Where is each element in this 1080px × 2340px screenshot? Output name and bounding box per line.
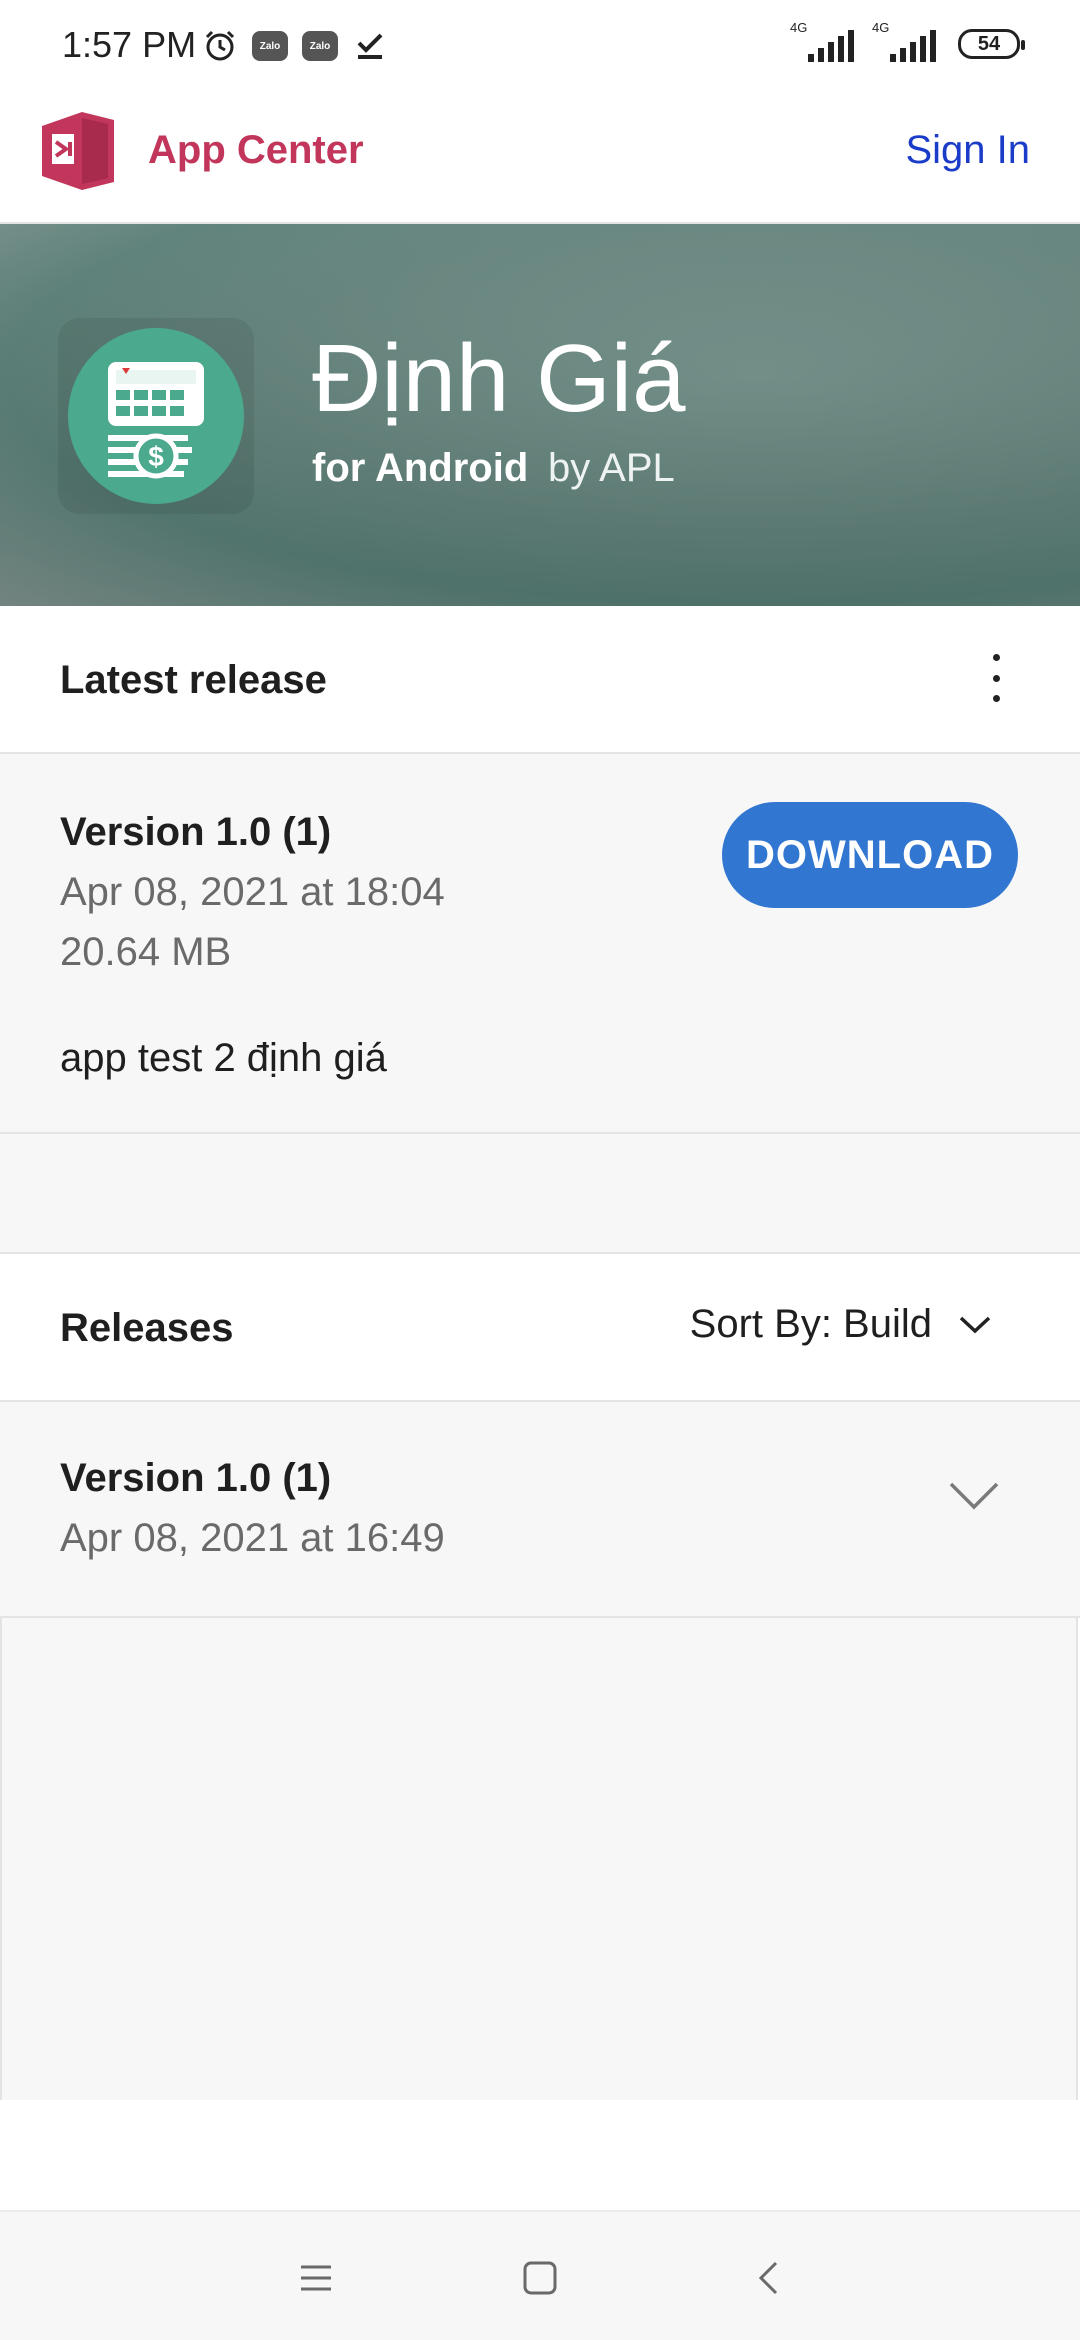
more-options-icon[interactable] bbox=[984, 654, 1008, 702]
app-platform: for Android bbox=[312, 446, 529, 490]
release-version: Version 1.0 (1) bbox=[60, 1456, 332, 1500]
release-date: Apr 08, 2021 at 16:49 bbox=[60, 1516, 445, 1560]
release-notes: app test 2 định giá bbox=[60, 1036, 387, 1080]
system-navigation-bar bbox=[0, 2210, 1080, 2340]
zalo-icon: Zalo bbox=[252, 31, 288, 61]
svg-text:$: $ bbox=[148, 441, 164, 472]
page-bottom-area bbox=[0, 2100, 1080, 2210]
back-icon[interactable] bbox=[746, 2256, 790, 2300]
releases-header: Releases Sort By: Build bbox=[0, 1254, 1080, 1402]
latest-size: 20.64 MB bbox=[60, 930, 232, 974]
release-list-item[interactable]: Version 1.0 (1) Apr 08, 2021 at 16:49 bbox=[0, 1402, 1080, 1618]
section-spacer bbox=[0, 1134, 1080, 1254]
status-bar: 1:57 PM Zalo Zalo 4G 4G 54 bbox=[0, 0, 1080, 72]
download-button[interactable]: DOWNLOAD bbox=[722, 802, 1018, 908]
alarm-icon bbox=[202, 28, 238, 64]
notification-icons: Zalo Zalo bbox=[202, 28, 388, 64]
app-hero-banner: $ Định Giá for Android by APL bbox=[0, 224, 1080, 606]
latest-version: Version 1.0 (1) bbox=[60, 810, 332, 854]
top-header: App Center Sign In bbox=[0, 72, 1080, 224]
sort-dropdown[interactable]: Sort By: Build bbox=[690, 1302, 992, 1347]
latest-release-title: Latest release bbox=[60, 658, 327, 702]
latest-release-card: Version 1.0 (1) Apr 08, 2021 at 18:04 20… bbox=[0, 754, 1080, 1134]
latest-release-header: Latest release bbox=[0, 606, 1080, 754]
zalo-icon: Zalo bbox=[302, 31, 338, 61]
signal-icon: 4G bbox=[790, 20, 854, 62]
system-indicators: 4G 4G 54 bbox=[790, 20, 1025, 62]
app-icon: $ bbox=[68, 328, 244, 504]
app-title: Định Giá bbox=[312, 325, 686, 432]
brand-title[interactable]: App Center bbox=[148, 128, 364, 173]
signal-icon: 4G bbox=[872, 20, 936, 62]
sort-label: Sort By: Build bbox=[689, 1302, 932, 1346]
battery-icon: 54 bbox=[958, 29, 1025, 59]
menu-icon[interactable] bbox=[294, 2256, 338, 2300]
latest-date: Apr 08, 2021 at 18:04 bbox=[60, 870, 445, 914]
releases-title: Releases bbox=[60, 1306, 234, 1350]
check-download-icon bbox=[352, 28, 388, 64]
home-icon[interactable] bbox=[518, 2256, 562, 2300]
status-time: 1:57 PM bbox=[62, 24, 197, 65]
app-center-logo-icon bbox=[42, 112, 114, 190]
chevron-down-icon bbox=[959, 1316, 991, 1333]
chevron-down-icon[interactable] bbox=[948, 1480, 1000, 1512]
app-developer: by APL bbox=[548, 446, 675, 490]
sign-in-link[interactable]: Sign In bbox=[905, 128, 1030, 173]
